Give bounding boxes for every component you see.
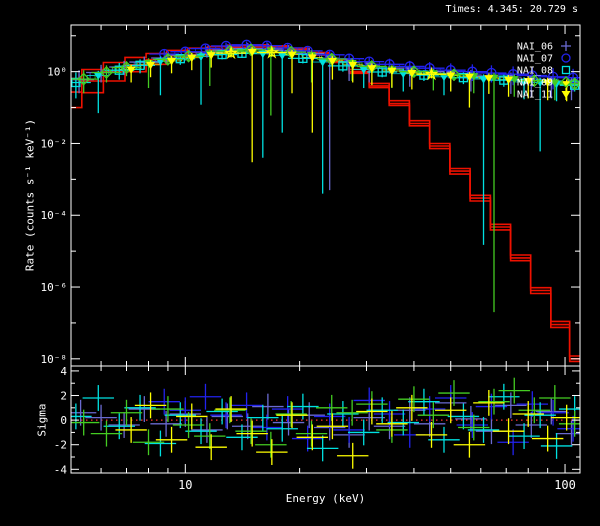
sigma-tick-label: -2 [54,439,67,452]
y-tick-label: 10⁰ [47,66,67,79]
legend-label: NAI_09 [517,78,553,89]
rate-axis-label: Rate (counts s⁻¹ keV⁻¹) [24,119,37,271]
y-tick-label: 10⁻² [41,137,68,150]
y-tick-label: 10⁻⁸ [41,353,68,366]
y-tick-label: 10⁻⁴ [41,209,68,222]
y-tick-label: 10⁻⁶ [41,281,68,294]
sigma-tick-label: 2 [60,390,67,403]
legend-label: NAI_06 [517,42,553,53]
spectral-fit-figure: 1010010⁰10⁻²10⁻⁴10⁻⁶10⁻⁸-4-2024NAI_06NAI… [0,0,600,526]
sigma-tick-label: 0 [60,414,67,427]
sigma-tick-label: -4 [54,463,68,476]
legend-label: NAI_11 [517,90,553,101]
x-tick-label: 100 [554,478,576,492]
legend-label: NAI_08 [517,66,553,77]
sigma-tick-label: 4 [60,365,67,378]
x-axis-label: Energy (keV) [71,492,580,505]
plot-title: Times: 4.345: 20.729 s [446,4,578,15]
x-tick-label: 10 [178,478,192,492]
sigma-axis-label: Sigma [36,403,49,436]
legend-label: NAI_07 [517,54,553,65]
spectrum-plot-canvas: 1010010⁰10⁻²10⁻⁴10⁻⁶10⁻⁸-4-2024NAI_06NAI… [0,0,600,526]
